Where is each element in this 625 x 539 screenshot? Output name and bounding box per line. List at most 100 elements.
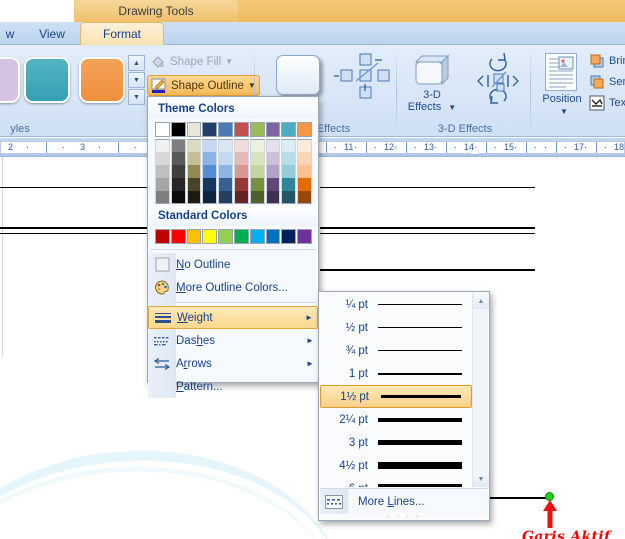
color-swatch[interactable]: [170, 122, 186, 137]
shape-outline-dropdown[interactable]: Theme Colors Standard Colors No Outline M…: [147, 96, 319, 398]
color-swatch[interactable]: [233, 229, 249, 244]
color-swatch[interactable]: [202, 229, 218, 244]
color-swatch[interactable]: [202, 191, 218, 204]
color-swatch[interactable]: [186, 139, 202, 152]
color-swatch[interactable]: [218, 139, 233, 152]
shape-style-swatch[interactable]: [24, 57, 70, 103]
color-swatch[interactable]: [155, 165, 170, 178]
color-swatch[interactable]: [155, 229, 170, 244]
weight-option[interactable]: 6 pt: [320, 477, 472, 487]
color-swatch[interactable]: [297, 178, 312, 191]
weight-scrollbar[interactable]: ▲ ▼: [472, 293, 489, 487]
menu-item-dashes[interactable]: Dashes ►: [148, 329, 318, 352]
color-swatch[interactable]: [249, 178, 265, 191]
color-swatch[interactable]: [233, 191, 249, 204]
gallery-more-button[interactable]: ▼: [128, 89, 145, 105]
color-swatch[interactable]: [265, 229, 281, 244]
color-swatch[interactable]: [186, 191, 202, 204]
color-swatch[interactable]: [233, 122, 249, 137]
weight-option-list[interactable]: ¼ pt ½ pt ¾ pt 1 pt 1½ pt 2¼ pt 3 pt 4½ pt 6 pt: [320, 293, 472, 487]
color-swatch[interactable]: [297, 139, 312, 152]
color-swatch[interactable]: [281, 139, 297, 152]
color-swatch[interactable]: [297, 165, 312, 178]
color-swatch[interactable]: [155, 152, 170, 165]
color-swatch[interactable]: [297, 191, 312, 204]
color-swatch[interactable]: [202, 165, 218, 178]
color-swatch[interactable]: [249, 191, 265, 204]
menu-item-pattern[interactable]: Pattern...: [148, 375, 318, 398]
tab-view[interactable]: View: [24, 23, 80, 45]
color-swatch[interactable]: [218, 229, 233, 244]
shape-fill-button[interactable]: Shape Fill ▼: [147, 51, 236, 72]
color-swatch[interactable]: [265, 122, 281, 137]
color-swatch[interactable]: [233, 139, 249, 152]
menu-item-arrows[interactable]: Arrows ►: [148, 352, 318, 375]
weight-submenu[interactable]: ¼ pt½ pt¾ pt1 pt1½ pt2¼ pt3 pt4½ pt6 pt …: [318, 291, 490, 521]
submenu-grip[interactable]: · · · ·: [319, 511, 489, 521]
text-wrapping-button[interactable]: Text: [589, 93, 625, 112]
weight-option[interactable]: 3 pt: [320, 431, 472, 454]
theme-colors-grid[interactable]: [148, 119, 318, 206]
weight-option[interactable]: 1 pt: [320, 362, 472, 385]
color-swatch[interactable]: [265, 191, 281, 204]
color-swatch[interactable]: [249, 122, 265, 137]
shadow-gallery-button[interactable]: [276, 55, 320, 95]
color-swatch[interactable]: [186, 178, 202, 191]
color-swatch[interactable]: [249, 139, 265, 152]
color-swatch[interactable]: [170, 165, 186, 178]
menu-item-weight[interactable]: Weight ►: [148, 306, 318, 329]
color-swatch[interactable]: [202, 178, 218, 191]
color-swatch[interactable]: [186, 229, 202, 244]
gallery-scroll-up-button[interactable]: ▲: [128, 55, 145, 71]
color-swatch[interactable]: [281, 165, 297, 178]
color-swatch[interactable]: [233, 152, 249, 165]
color-swatch[interactable]: [297, 122, 312, 137]
color-swatch[interactable]: [281, 178, 297, 191]
color-swatch[interactable]: [281, 191, 297, 204]
color-swatch[interactable]: [218, 165, 233, 178]
color-swatch[interactable]: [265, 139, 281, 152]
color-swatch[interactable]: [202, 139, 218, 152]
color-swatch[interactable]: [218, 122, 233, 137]
color-swatch[interactable]: [233, 165, 249, 178]
color-swatch[interactable]: [265, 165, 281, 178]
color-swatch[interactable]: [155, 178, 170, 191]
indent-marker[interactable]: [470, 147, 480, 154]
color-swatch[interactable]: [202, 152, 218, 165]
color-swatch[interactable]: [170, 229, 186, 244]
menu-item-more-outline-colors[interactable]: More Outline Colors...: [148, 276, 318, 299]
chevron-down-icon[interactable]: ▼: [448, 103, 456, 112]
weight-option[interactable]: ¾ pt: [320, 339, 472, 362]
color-swatch[interactable]: [265, 178, 281, 191]
color-swatch[interactable]: [297, 152, 312, 165]
shape-style-swatch[interactable]: [0, 57, 20, 103]
gallery-scroll-down-button[interactable]: ▼: [128, 72, 145, 88]
weight-option[interactable]: 2¼ pt: [320, 408, 472, 431]
color-swatch[interactable]: [170, 178, 186, 191]
bring-to-front-button[interactable]: Bring: [589, 51, 625, 70]
color-swatch[interactable]: [249, 229, 265, 244]
weight-option[interactable]: 1½ pt: [320, 385, 472, 408]
color-swatch[interactable]: [155, 139, 170, 152]
color-swatch[interactable]: [202, 122, 218, 137]
shape-style-swatch[interactable]: [79, 57, 125, 103]
color-swatch[interactable]: [281, 122, 297, 137]
scroll-up-icon[interactable]: ▲: [473, 293, 489, 309]
color-swatch[interactable]: [265, 152, 281, 165]
chevron-down-icon[interactable]: ▼: [225, 57, 233, 66]
color-swatch[interactable]: [249, 152, 265, 165]
color-swatch[interactable]: [218, 152, 233, 165]
weight-option[interactable]: ½ pt: [320, 316, 472, 339]
color-swatch[interactable]: [218, 178, 233, 191]
chevron-down-icon[interactable]: ▼: [560, 107, 568, 116]
color-swatch[interactable]: [155, 122, 170, 137]
color-swatch[interactable]: [170, 152, 186, 165]
color-swatch[interactable]: [249, 165, 265, 178]
color-swatch[interactable]: [281, 229, 297, 244]
three-d-gallery-button[interactable]: [412, 53, 452, 87]
send-to-back-button[interactable]: Send: [589, 72, 625, 91]
position-thumbnail-icon[interactable]: [545, 53, 577, 91]
weight-option[interactable]: 4½ pt: [320, 454, 472, 477]
color-swatch[interactable]: [170, 191, 186, 204]
weight-option[interactable]: ¼ pt: [320, 293, 472, 316]
